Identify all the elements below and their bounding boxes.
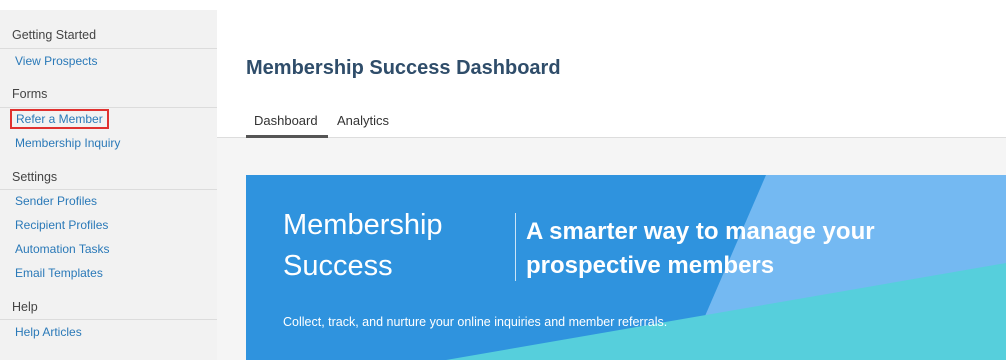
banner-divider — [515, 213, 516, 281]
section-heading-help: Help — [12, 300, 38, 314]
section-heading-getting-started: Getting Started — [12, 28, 97, 42]
page-title: Membership Success Dashboard — [246, 57, 561, 79]
sidebar-item-email-templates[interactable]: Email Templates — [15, 266, 103, 280]
section-divider — [0, 319, 217, 320]
sidebar-item-view-prospects[interactable]: View Prospects — [15, 54, 97, 68]
sidebar-item-automation-tasks[interactable]: Automation Tasks — [15, 242, 110, 256]
tab-analytics[interactable]: Analytics — [337, 113, 389, 128]
sidebar-item-membership-inquiry[interactable]: Membership Inquiry — [15, 136, 120, 150]
sidebar-item-recipient-profiles[interactable]: Recipient Profiles — [15, 218, 108, 232]
sidebar-item-sender-profiles[interactable]: Sender Profiles — [15, 194, 97, 208]
section-divider — [0, 48, 217, 49]
banner-tagline-line1: A smarter way to manage your — [526, 218, 875, 245]
banner-brand-line2: Success — [283, 250, 393, 282]
banner-tagline: A smarter way to manage your prospective… — [526, 215, 996, 283]
hero-banner: Membership Success A smarter way to mana… — [246, 175, 1006, 360]
tab-dashboard[interactable]: Dashboard — [254, 113, 318, 128]
banner-brand-line1: Membership — [283, 209, 443, 241]
sidebar: Getting Started View Prospects Forms Ref… — [0, 10, 217, 360]
section-divider — [0, 189, 217, 190]
banner-tagline-line2: prospective members — [526, 252, 775, 279]
sidebar-item-help-articles[interactable]: Help Articles — [15, 325, 82, 339]
banner-brand: Membership Success — [283, 205, 498, 287]
section-divider — [0, 107, 217, 108]
sidebar-item-refer-a-member[interactable]: Refer a Member — [10, 109, 109, 129]
banner-subtitle: Collect, track, and nurture your online … — [283, 315, 668, 329]
section-heading-forms: Forms — [12, 87, 48, 101]
section-heading-settings: Settings — [12, 170, 58, 184]
